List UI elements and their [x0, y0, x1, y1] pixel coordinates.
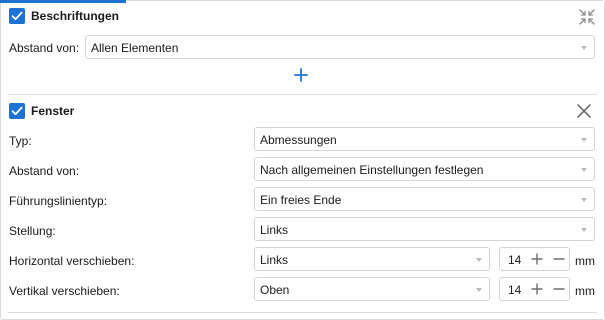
leader-type-value: Ein freies Ende — [260, 193, 342, 207]
labels-distance-select[interactable]: Allen Elementen — [85, 35, 595, 59]
plus-icon[interactable] — [530, 252, 544, 266]
window-section-title: Fenster — [31, 104, 75, 118]
labels-distance-value: Allen Elementen — [91, 41, 179, 55]
window-distance-value: Nach allgemeinen Einstellungen festlegen — [260, 163, 484, 177]
position-label: Stellung: — [9, 224, 56, 238]
active-tab-indicator — [0, 0, 126, 3]
position-select[interactable]: Links — [254, 217, 595, 241]
window-distance-label: Abstand von: — [9, 164, 80, 178]
chevron-down-icon — [581, 228, 587, 232]
plus-icon[interactable] — [294, 68, 308, 82]
vertical-shift-select[interactable]: Oben — [254, 277, 490, 301]
chevron-down-icon — [581, 46, 587, 50]
checkmark-icon — [11, 106, 23, 116]
vertical-shift-stepper[interactable]: 14 — [499, 277, 570, 301]
chevron-down-icon — [581, 138, 587, 142]
leader-type-select[interactable]: Ein freies Ende — [254, 187, 595, 211]
bottom-divider — [8, 312, 597, 313]
position-value: Links — [260, 223, 289, 237]
plus-icon[interactable] — [530, 282, 544, 296]
labels-distance-label: Abstand von: — [9, 41, 80, 55]
horizontal-shift-select[interactable]: Links — [254, 247, 490, 271]
chevron-down-icon — [476, 288, 482, 292]
horizontal-shift-label: Horizontal verschieben: — [9, 254, 135, 268]
vertical-unit: mm — [575, 284, 595, 298]
collapse-arrows-icon[interactable] — [578, 8, 596, 26]
vertical-shift-value: Oben — [260, 283, 290, 297]
chevron-down-icon — [581, 198, 587, 202]
checkmark-icon — [11, 11, 23, 21]
vertical-shift-amount[interactable]: 14 — [508, 283, 521, 297]
type-select[interactable]: Abmessungen — [254, 127, 595, 151]
type-label: Typ: — [9, 134, 32, 148]
labels-checkbox[interactable] — [9, 8, 25, 24]
minus-icon[interactable] — [552, 282, 566, 296]
window-distance-select[interactable]: Nach allgemeinen Einstellungen festlegen — [254, 157, 595, 181]
horizontal-shift-amount[interactable]: 14 — [508, 253, 521, 267]
section-divider — [8, 94, 597, 95]
horizontal-shift-stepper[interactable]: 14 — [499, 247, 570, 271]
chevron-down-icon — [476, 258, 482, 262]
labels-section-title: Beschriftungen — [31, 9, 120, 23]
horizontal-shift-value: Links — [260, 253, 289, 267]
horizontal-unit: mm — [575, 254, 595, 268]
vertical-shift-label: Vertikal verschieben: — [9, 284, 120, 298]
minus-icon[interactable] — [552, 252, 566, 266]
window-checkbox[interactable] — [9, 103, 25, 119]
type-value: Abmessungen — [260, 133, 337, 147]
close-x-icon[interactable] — [576, 103, 592, 119]
chevron-down-icon — [581, 168, 587, 172]
leader-type-label: Führungslinientyp: — [9, 194, 108, 208]
